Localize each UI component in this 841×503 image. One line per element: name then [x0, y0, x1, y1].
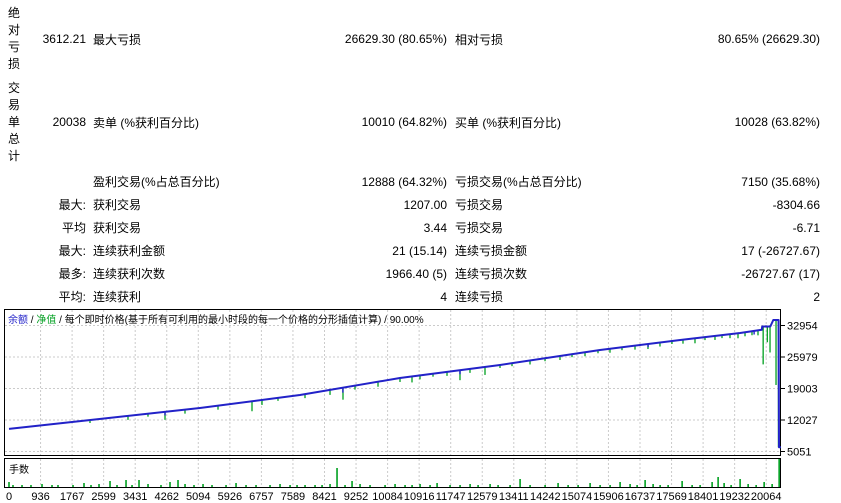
x-tick-label: 1767	[60, 491, 84, 503]
x-tick-label: 11747	[436, 491, 466, 503]
x-tick-label: 13411	[499, 491, 529, 503]
y-tick-label: 5051	[787, 447, 811, 459]
lots-chart-frame	[4, 458, 781, 488]
x-tick-label: 5094	[186, 491, 210, 503]
x-tick-label: 20064	[751, 491, 782, 503]
x-tick-label: 16737	[625, 491, 656, 503]
balance-chart: 32954 25979 19003 12027 5051 0 936 1767 2599 3431…	[4, 309, 818, 503]
x-tick-label: 4262	[155, 491, 179, 503]
legend-model-description: 每个即时价格(基于所有可利用的最小时段的每一个价格的分形插值计算)	[64, 315, 382, 326]
strategy-tester-report: 绝对亏损 3612.21 最大亏损 26629.30 (80.65%) 相对亏损 80.6…	[0, 0, 841, 503]
chart-legend: 余额 / 净值 / 每个即时价格(基于所有可利用的最小时段的每一个价格的分形插值…	[8, 311, 424, 326]
legend-balance-label: 余额	[8, 315, 28, 326]
main-chart-frame	[4, 309, 781, 456]
x-tick-label: 936	[31, 491, 49, 503]
x-tick-label: 7589	[281, 491, 305, 503]
x-tick-label: 8421	[312, 491, 336, 503]
x-tick-label: 3431	[123, 491, 147, 503]
x-tick-label: 10916	[404, 491, 435, 503]
legend-model-quality: 90.00%	[389, 315, 424, 326]
y-tick-label: 25979	[787, 352, 818, 364]
x-tick-label: 17569	[656, 491, 687, 503]
x-tick-label: 5926	[218, 491, 242, 503]
y-tick-label: 19003	[787, 384, 818, 396]
x-tick-label: 0	[6, 491, 12, 503]
x-tick-label: 6757	[249, 491, 273, 503]
lots-axis-title: 手数	[9, 465, 29, 476]
legend-separator: /	[56, 315, 65, 326]
y-tick-label: 12027	[787, 415, 818, 427]
x-tick-label: 15074	[562, 491, 593, 503]
x-tick-label: 2599	[91, 491, 115, 503]
legend-equity-label: 净值	[36, 315, 57, 326]
legend-separator: /	[381, 315, 390, 326]
x-tick-label: 18401	[688, 491, 719, 503]
x-tick-label: 14242	[530, 491, 561, 503]
x-tick-label: 10084	[372, 491, 403, 503]
x-tick-label: 12579	[467, 491, 498, 503]
x-tick-label: 9252	[344, 491, 368, 503]
y-tick-label: 32954	[787, 321, 818, 333]
x-tick-label: 19232	[719, 491, 750, 503]
x-tick-label: 15906	[593, 491, 624, 503]
